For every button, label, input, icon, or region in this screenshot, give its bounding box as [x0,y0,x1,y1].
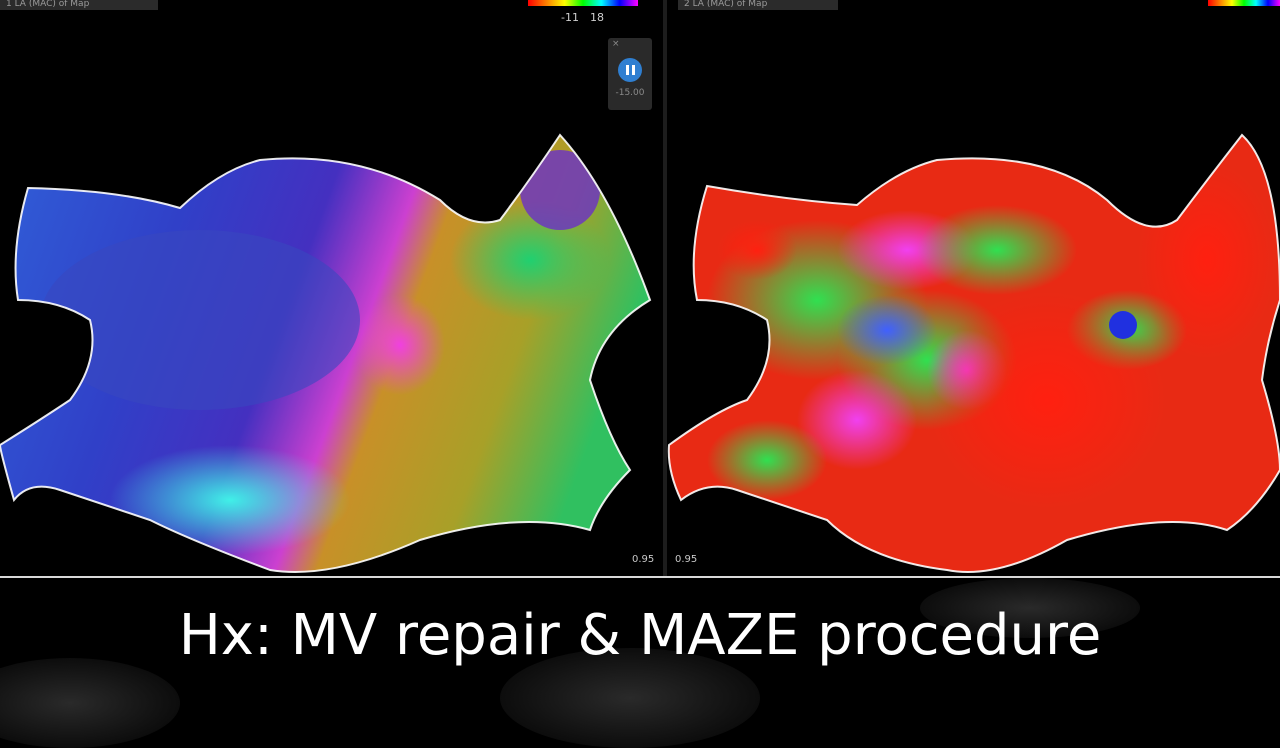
right-opacity-value: 0.95 [675,554,698,565]
right-window-title[interactable]: 2 LA (MAC) of Map [678,0,838,10]
right-map-viewport[interactable] [667,0,1280,578]
right-voltage-map[interactable] [667,0,1280,578]
left-colorbar [528,0,638,6]
pause-icon [625,65,629,75]
right-colorbar [1208,0,1280,6]
caption-text: Hx: MV repair & MAZE procedure [178,603,1102,668]
colorbar-min-label: -11 [561,11,579,24]
catheter-marker-icon[interactable] [1109,311,1137,339]
colorbar-max-label: 18 [590,11,604,24]
left-activation-map[interactable] [0,0,663,578]
left-window-title[interactable]: 1 LA (MAC) of Map [0,0,158,10]
pause-button[interactable] [618,58,642,82]
playback-time: -15.00 [615,88,645,98]
left-map-viewport[interactable] [0,0,663,578]
left-opacity-value: 0.95 [632,554,655,565]
playback-panel: × -15.00 [608,38,652,110]
close-icon[interactable]: × [612,39,620,49]
viewport-divider[interactable] [663,0,667,578]
